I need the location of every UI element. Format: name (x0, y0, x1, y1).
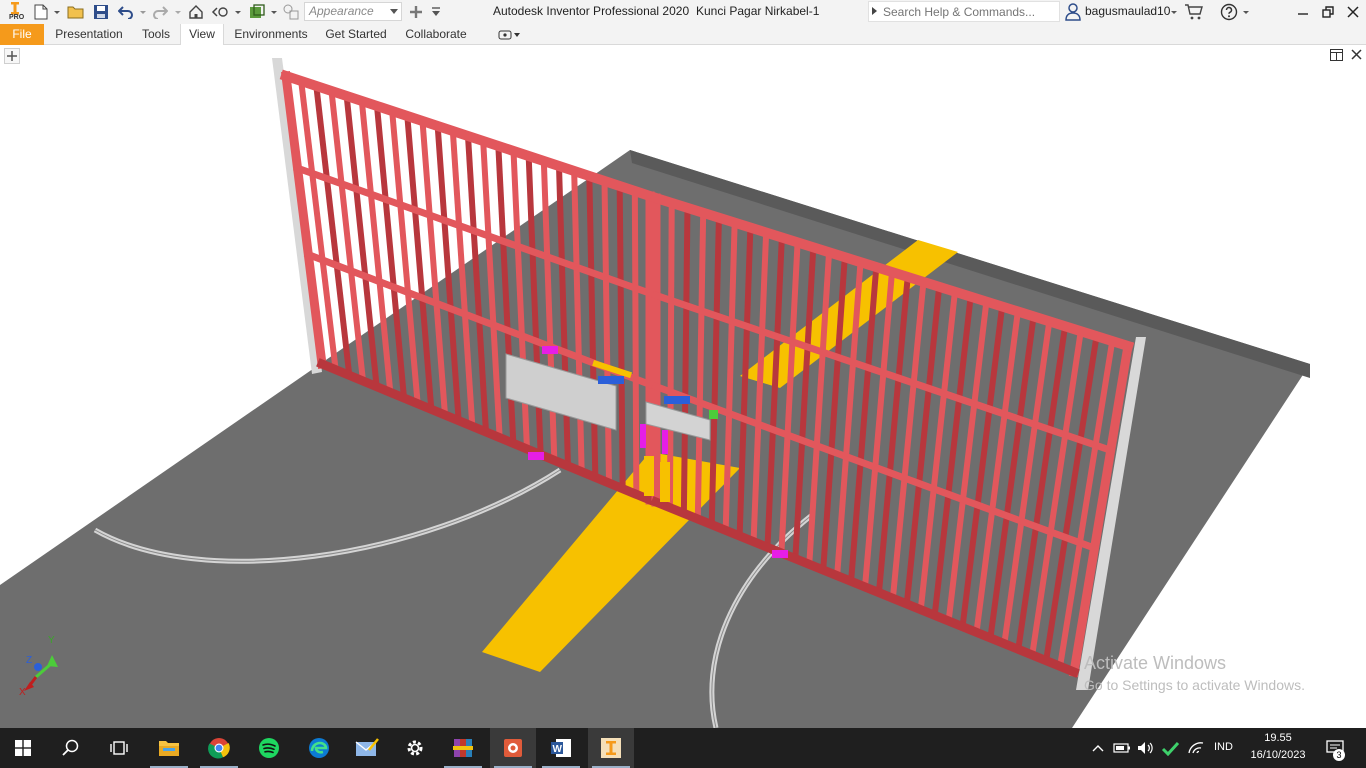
plus-icon[interactable] (406, 2, 426, 22)
inventor-icon[interactable] (588, 728, 634, 768)
undo-dropdown-icon[interactable] (139, 6, 147, 14)
triad-x-label: X (19, 687, 26, 697)
tab-get-started[interactable]: Get Started (320, 24, 392, 45)
tab-collaborate[interactable]: Collaborate (398, 24, 474, 45)
volume-icon[interactable] (1136, 728, 1156, 768)
view-cube-triad: Y Z X (14, 633, 64, 700)
windows-taskbar: W IND 19.55 16/10/2023 3 (0, 728, 1366, 768)
activation-watermark-title: Activate Windows (1084, 653, 1227, 673)
tab-environments[interactable]: Environments (228, 24, 314, 45)
chevron-right-icon (872, 7, 877, 15)
file-explorer-icon[interactable] (146, 728, 192, 768)
search-input[interactable] (883, 3, 1055, 20)
drop-bolt-left (644, 456, 654, 496)
home-icon[interactable] (186, 2, 206, 22)
return-dropdown-icon[interactable] (234, 6, 242, 14)
mail-icon[interactable] (344, 728, 390, 768)
appearance-dropdown[interactable]: Appearance (304, 2, 402, 21)
ribbon-tab-bar: File Presentation Tools View Environment… (0, 24, 1366, 46)
tab-file[interactable]: File (0, 24, 44, 45)
user-icon[interactable] (1064, 2, 1082, 22)
close-document-icon[interactable] (1351, 49, 1362, 63)
notification-count-badge: 3 (1333, 749, 1345, 761)
search-icon[interactable] (48, 728, 94, 768)
update-icon[interactable] (246, 2, 268, 22)
input-language[interactable]: IND (1214, 741, 1233, 753)
cart-icon[interactable] (1183, 2, 1205, 22)
help-icon[interactable] (1218, 2, 1240, 22)
close-button[interactable] (1338, 0, 1366, 24)
save-icon[interactable] (91, 2, 111, 22)
tab-view[interactable]: View (180, 24, 224, 46)
checkmark-sync-icon[interactable] (1160, 728, 1180, 768)
svg-text:W: W (553, 744, 563, 755)
user-dropdown-icon[interactable] (1170, 6, 1178, 14)
drop-bolt-right (660, 462, 670, 502)
triad-y-label: Y (48, 635, 55, 646)
appearance-label: Appearance (309, 4, 374, 18)
chevron-down-icon (390, 9, 398, 14)
show-hidden-icons-icon[interactable] (1090, 728, 1106, 768)
user-name[interactable]: bagusmaulad10 (1085, 4, 1170, 18)
logo-text: PRO (9, 14, 25, 21)
notification-center-icon[interactable] (1322, 728, 1348, 768)
graphics-window[interactable]: Y Z X Activate Windows Go to Settings to… (0, 45, 1366, 728)
activation-watermark-text: Go to Settings to activate Windows. (1084, 677, 1305, 693)
return-icon[interactable] (210, 2, 230, 22)
title-bar: PRO Appearance Autodesk Inventor Profess… (0, 0, 1366, 24)
help-dropdown-icon[interactable] (1242, 6, 1250, 14)
redo-dropdown-icon[interactable] (174, 6, 182, 14)
settings-icon[interactable] (392, 728, 438, 768)
tab-presentation[interactable]: Presentation (50, 24, 128, 45)
app-title: Autodesk Inventor Professional 2020 (493, 4, 690, 18)
new-file-icon[interactable] (32, 2, 50, 22)
winrar-icon[interactable] (440, 728, 486, 768)
open-folder-icon[interactable] (66, 2, 86, 22)
help-search-box[interactable] (868, 1, 1060, 22)
task-view-icon[interactable] (96, 728, 142, 768)
start-icon[interactable] (0, 728, 46, 768)
edge-icon[interactable] (296, 728, 342, 768)
document-name: Kunci Pagar Nirkabel-1 (696, 4, 820, 18)
battery-icon[interactable] (1112, 728, 1132, 768)
redo-icon[interactable] (150, 2, 170, 22)
word-icon[interactable]: W (538, 728, 584, 768)
inventor-logo[interactable]: PRO (6, 1, 24, 23)
update-dropdown-icon[interactable] (270, 6, 278, 14)
customize-qat-icon[interactable] (428, 2, 444, 22)
clock-time[interactable]: 19.55 (1248, 732, 1308, 744)
undo-icon[interactable] (116, 2, 136, 22)
clock-date[interactable]: 16/10/2023 (1248, 749, 1308, 761)
assembly-3d-model[interactable] (0, 45, 1366, 728)
new-file-dropdown-icon[interactable] (53, 6, 61, 14)
spotify-icon[interactable] (246, 728, 292, 768)
tile-windows-icon[interactable] (1330, 49, 1343, 64)
ribbon-display-options-icon[interactable] (494, 24, 524, 45)
material-icon[interactable] (281, 2, 301, 22)
image-viewer-icon[interactable] (490, 728, 536, 768)
chrome-icon[interactable] (196, 728, 242, 768)
lock-module-right (664, 396, 690, 404)
new-view-tab-button[interactable] (4, 48, 20, 64)
triad-z-label: Z (26, 655, 32, 666)
lock-module-left (598, 376, 624, 384)
tab-tools[interactable]: Tools (136, 24, 176, 45)
wifi-icon[interactable] (1186, 728, 1206, 768)
